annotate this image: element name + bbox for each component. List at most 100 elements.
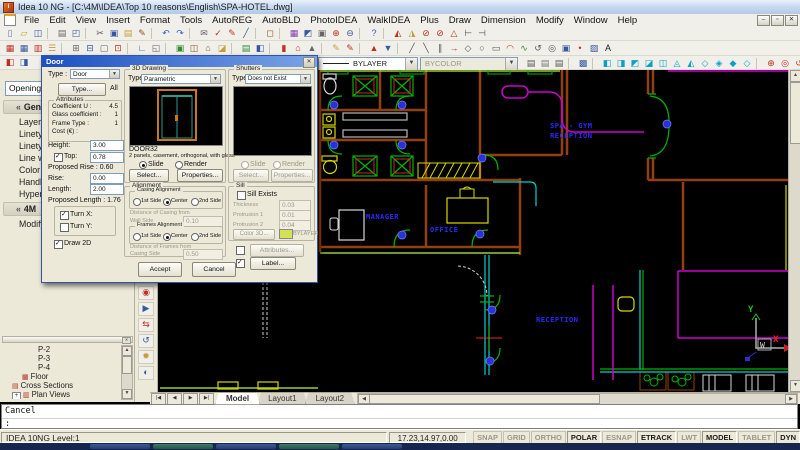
tree-item[interactable]: P-3 (2, 354, 122, 363)
command-window[interactable]: Cancel : (1, 404, 798, 429)
status-toggle[interactable]: LWT (677, 431, 701, 444)
draw-polygon-icon[interactable]: ◇ (461, 42, 475, 55)
toolbar-icon[interactable] (568, 58, 574, 69)
turn-x-checkbox[interactable] (60, 211, 69, 220)
door-tool-icon[interactable]: ⌂ (201, 42, 215, 55)
tree-item[interactable]: P-4 (2, 363, 122, 372)
north-arrow-icon[interactable]: ▲ (305, 42, 319, 55)
toolbar-icon[interactable] (189, 28, 195, 39)
command-prompt[interactable]: : (5, 419, 10, 429)
coordinates-readout[interactable]: 17.23,14.97,0.00 (389, 432, 466, 443)
view-ne-iso-icon[interactable]: ◆ (726, 57, 740, 70)
toolbar-icon[interactable] (321, 43, 327, 54)
orbit-icon[interactable]: ↺ (138, 334, 154, 348)
menu-item[interactable]: Window (569, 15, 613, 26)
tree-pane-splitter[interactable]: ✕ (2, 336, 133, 343)
wall-grid-red-icon[interactable]: ▦ (3, 42, 17, 55)
color-combo[interactable]: BYCOLOR ▼ (420, 57, 518, 71)
drawing-3d-type-combo[interactable]: Parametric▼ (141, 74, 221, 84)
help-icon[interactable]: ? (367, 27, 381, 40)
tab-next-button[interactable]: ▶ (183, 393, 198, 405)
label-button[interactable]: Label... (250, 257, 296, 270)
wall-tool-icon[interactable]: ▣ (173, 42, 187, 55)
menu-item[interactable]: PhotoIDEA (305, 15, 362, 26)
toolbar-icon[interactable] (231, 43, 237, 54)
save-icon[interactable]: ◫ (31, 27, 45, 40)
cut-icon[interactable]: ✂ (93, 27, 107, 40)
walkidea-icon[interactable]: ▶ (138, 302, 154, 316)
roof-tool-icon[interactable]: ◪ (215, 42, 229, 55)
draw-circle-icon[interactable]: ○ (475, 42, 489, 55)
hatch-icon[interactable]: ▨ (587, 42, 601, 55)
view-sw-iso-icon[interactable]: ◇ (698, 57, 712, 70)
label-checkbox[interactable] (236, 259, 245, 268)
tree-item[interactable]: P-2 (2, 345, 122, 354)
toolbar-icon[interactable] (165, 43, 171, 54)
chevron-down-icon[interactable]: ▼ (505, 58, 517, 70)
camera-view-icon[interactable]: ▣ (315, 27, 329, 40)
color-3d-button[interactable]: Color 3D... (233, 229, 275, 240)
zoom-window-icon[interactable]: ◎ (778, 57, 792, 70)
wall-grid-blue-icon[interactable]: ▦ (17, 42, 31, 55)
photoidea-camera-icon[interactable]: ◉ (138, 286, 154, 300)
view-se-iso-icon[interactable]: ◈ (712, 57, 726, 70)
opening-tool-icon[interactable]: ◫ (187, 42, 201, 55)
menu-item[interactable]: File (19, 15, 44, 26)
casing-1st-side-radio[interactable] (133, 198, 141, 206)
toolbar-icon[interactable] (359, 28, 365, 39)
match-properties-icon[interactable]: ✎ (135, 27, 149, 40)
door-type-combo[interactable]: Door▼ (70, 69, 120, 79)
view-front-icon[interactable]: ◫ (656, 57, 670, 70)
casing-side-field[interactable]: 0.50 (183, 249, 223, 260)
layout-tab[interactable]: Model (215, 392, 260, 405)
select-button[interactable]: Select... (129, 169, 169, 182)
toolbar-icon[interactable] (592, 58, 598, 69)
menu-item[interactable]: Draw (444, 15, 476, 26)
status-toggle[interactable]: DYN (776, 431, 800, 444)
scrollbar-thumb[interactable] (122, 356, 132, 374)
shutters-properties-button[interactable]: Properties... (271, 169, 313, 182)
shutters-slide-radio[interactable] (241, 161, 249, 169)
toolbar-icon[interactable] (359, 43, 365, 54)
text-icon[interactable]: A (601, 42, 615, 55)
erase-icon[interactable]: ◻ (263, 27, 277, 40)
tab-first-button[interactable]: |◀ (151, 393, 166, 405)
scroll-up-icon[interactable]: ▲ (122, 346, 132, 356)
slab-tool-icon[interactable]: ▤ (239, 42, 253, 55)
frames-1st-side-radio[interactable] (133, 233, 141, 241)
scroll-left-icon[interactable]: ◀ (358, 394, 370, 404)
plot-model-icon[interactable]: ▤ (524, 57, 538, 70)
scrollbar-thumb[interactable] (790, 82, 800, 144)
menu-item[interactable]: AutoBLD (257, 15, 305, 26)
attributes-checkbox[interactable] (236, 246, 245, 255)
menu-item[interactable]: Plus (415, 15, 443, 26)
draw-rectangle-icon[interactable]: ▭ (489, 42, 503, 55)
mdi-minimize-button[interactable]: – (757, 15, 770, 26)
status-toggle[interactable]: SNAP (473, 431, 502, 444)
status-toggle[interactable]: ETRACK (637, 431, 676, 444)
toolbar-icon[interactable] (127, 43, 133, 54)
view-right-icon[interactable]: ◪ (642, 57, 656, 70)
render-radio[interactable] (175, 161, 183, 169)
scroll-right-icon[interactable]: ▶ (785, 394, 797, 404)
turn-y-checkbox[interactable] (60, 223, 69, 232)
window-titlebar[interactable]: i Idea 10 NG - [C:\4M\IDEA\Top 10 reason… (0, 0, 800, 15)
image-icon[interactable]: ▦ (287, 27, 301, 40)
redo-icon[interactable]: ↷ (173, 27, 187, 40)
mdi-close-button[interactable]: ✕ (785, 15, 798, 26)
draw-donut-icon[interactable]: ◎ (545, 42, 559, 55)
dialog-titlebar[interactable]: Door (42, 56, 317, 67)
close-icon[interactable]: ✕ (122, 337, 131, 344)
scrollbar-thumb[interactable] (368, 394, 600, 404)
menu-item[interactable]: Modify (531, 15, 569, 26)
type-button[interactable]: Type... (58, 83, 106, 96)
draw-spline-icon[interactable]: ∿ (517, 42, 531, 55)
view-nw-iso-icon[interactable]: ◇ (740, 57, 754, 70)
toolbar-icon[interactable] (269, 43, 275, 54)
menu-item[interactable]: Tools (175, 15, 207, 26)
rise-field[interactable]: 0.00 (90, 173, 124, 184)
scroll-down-icon[interactable]: ▼ (790, 380, 800, 392)
light-icon[interactable]: ✹ (138, 350, 154, 364)
status-toggle[interactable]: ESNAP (602, 431, 636, 444)
cell-point-icon[interactable]: ⊡ (111, 42, 125, 55)
